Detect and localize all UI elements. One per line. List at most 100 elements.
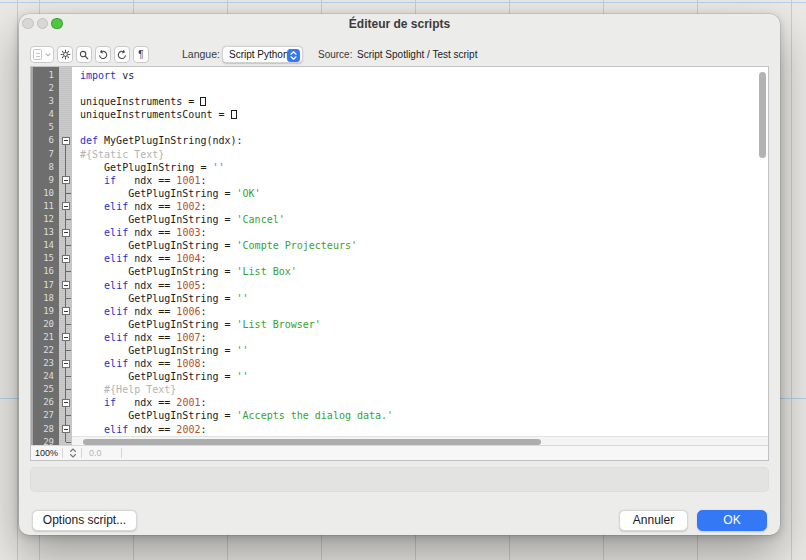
code-line[interactable]: 19 elif ndx == 1006:	[31, 305, 768, 318]
redo-button[interactable]	[114, 46, 130, 63]
fold-tick	[66, 350, 71, 351]
fold-toggle-icon[interactable]	[62, 307, 70, 315]
code-line[interactable]: 8 GetPlugInString = ''	[31, 161, 768, 174]
fold-toggle-icon[interactable]	[62, 255, 70, 263]
line-number: 23	[31, 357, 59, 370]
code-text	[72, 121, 80, 134]
code-text: import vs	[72, 69, 134, 82]
window-title: Éditeur de scripts	[19, 17, 780, 31]
background-grid-line	[17, 0, 18, 560]
fold-cell	[59, 357, 72, 370]
code-line[interactable]: 28 elif ndx == 2002:	[31, 423, 768, 436]
search-button[interactable]	[76, 46, 92, 63]
code-line[interactable]: 26 if ndx == 2001:	[31, 396, 768, 409]
fold-cell	[59, 161, 72, 174]
fold-tick	[66, 193, 71, 194]
fold-toggle-icon[interactable]	[62, 202, 70, 210]
fold-toggle-icon[interactable]	[62, 137, 70, 145]
fold-cell	[59, 95, 72, 108]
insert-menu-button[interactable]	[30, 46, 54, 63]
code-text: GetPlugInString = 'Compte Projecteurs'	[72, 239, 357, 252]
vertical-scrollbar[interactable]	[759, 72, 766, 158]
code-line[interactable]: 23 elif ndx == 1008:	[31, 357, 768, 370]
code-line[interactable]: 22 GetPlugInString = ''	[31, 344, 768, 357]
fold-cell	[59, 383, 72, 396]
code-line[interactable]: 20 GetPlugInString = 'List Browser'	[31, 318, 768, 331]
gear-icon	[60, 49, 71, 60]
fold-toggle-icon[interactable]	[62, 229, 70, 237]
code-line[interactable]: 9 if ndx == 1001:	[31, 174, 768, 187]
cancel-button[interactable]: Annuler	[619, 510, 688, 531]
code-line[interactable]: 17 elif ndx == 1005:	[31, 279, 768, 292]
code-line[interactable]: 13 elif ndx == 1003:	[31, 226, 768, 239]
undo-button[interactable]	[95, 46, 111, 63]
fold-cell	[59, 108, 72, 121]
code-text: if ndx == 1001:	[72, 174, 206, 187]
code-line[interactable]: 2	[31, 82, 768, 95]
fold-cell	[59, 174, 72, 187]
line-number: 2	[31, 82, 59, 95]
line-number: 18	[31, 292, 59, 305]
code-line[interactable]: 11 elif ndx == 1002:	[31, 200, 768, 213]
line-number: 11	[31, 200, 59, 213]
language-popup-value: Script Python	[229, 49, 288, 60]
code-text: GetPlugInString = 'List Browser'	[72, 318, 321, 331]
script-options-button[interactable]: Options script...	[32, 510, 137, 531]
fold-cell	[59, 148, 72, 161]
code-line[interactable]: 1 import vs	[31, 69, 768, 82]
code-line[interactable]: 5	[31, 121, 768, 134]
code-line[interactable]: 7#{Static Text}	[31, 148, 768, 161]
line-number: 7	[31, 148, 59, 161]
code-area[interactable]: 1 import vs 23uniqueInstruments = 4uniqueI…	[31, 67, 768, 445]
fold-cell	[59, 292, 72, 305]
redo-icon	[117, 50, 127, 60]
fold-toggle-icon[interactable]	[62, 281, 70, 289]
fold-cell	[59, 200, 72, 213]
zoom-stepper[interactable]	[69, 448, 77, 460]
line-number: 29	[31, 436, 59, 445]
code-line[interactable]: 18 GetPlugInString = ''	[31, 292, 768, 305]
pilcrow-button[interactable]: ¶	[133, 46, 149, 63]
code-line[interactable]: 6def MyGetPlugInString(ndx):	[31, 134, 768, 147]
line-number: 14	[31, 239, 59, 252]
fold-toggle-icon[interactable]	[62, 176, 70, 184]
code-text: GetPlugInString = ''	[72, 370, 249, 383]
fold-cell	[59, 121, 72, 134]
background-grid-line	[0, 2, 806, 3]
code-line[interactable]: 25 #{Help Text}	[31, 383, 768, 396]
code-line[interactable]: 21 elif ndx == 1007:	[31, 331, 768, 344]
language-popup[interactable]: Script Python	[222, 46, 303, 63]
code-line[interactable]: 24 GetPlugInString = ''	[31, 370, 768, 383]
fold-cell	[59, 226, 72, 239]
code-line[interactable]: 15 elif ndx == 1004:	[31, 252, 768, 265]
fold-cell	[59, 409, 72, 422]
line-number: 1	[31, 69, 59, 82]
code-line[interactable]: 14 GetPlugInString = 'Compte Projecteurs…	[31, 239, 768, 252]
fold-tick	[66, 376, 71, 377]
source-value: Script Spotlight / Test script	[357, 46, 477, 63]
settings-button[interactable]	[57, 46, 73, 63]
line-number: 24	[31, 370, 59, 383]
source-label: Source:	[318, 46, 352, 63]
code-line[interactable]: 12 GetPlugInString = 'Cancel'	[31, 213, 768, 226]
fold-toggle-icon[interactable]	[62, 333, 70, 341]
ok-button[interactable]: OK	[697, 510, 767, 531]
code-line[interactable]: 3uniqueInstruments =	[31, 95, 768, 108]
fold-cell	[59, 423, 72, 436]
code-text: GetPlugInString = ''	[72, 161, 225, 174]
line-number: 5	[31, 121, 59, 134]
code-text: elif ndx == 1003:	[72, 226, 206, 239]
fold-cell	[59, 370, 72, 383]
code-line[interactable]: 10 GetPlugInString = 'OK'	[31, 187, 768, 200]
code-text	[72, 82, 80, 95]
code-text: elif ndx == 1004:	[72, 252, 206, 265]
code-line[interactable]: 16 GetPlugInString = 'List Box'	[31, 265, 768, 278]
code-line[interactable]: 4uniqueInstrumentsCount =	[31, 108, 768, 121]
line-number: 4	[31, 108, 59, 121]
code-line[interactable]: 27 GetPlugInString = 'Accepts the dialog…	[31, 409, 768, 422]
fold-toggle-icon[interactable]	[62, 360, 70, 368]
horizontal-scrollbar-track[interactable]	[72, 436, 768, 445]
fold-cell	[59, 82, 72, 95]
fold-toggle-icon[interactable]	[62, 425, 70, 433]
fold-toggle-icon[interactable]	[62, 399, 70, 407]
